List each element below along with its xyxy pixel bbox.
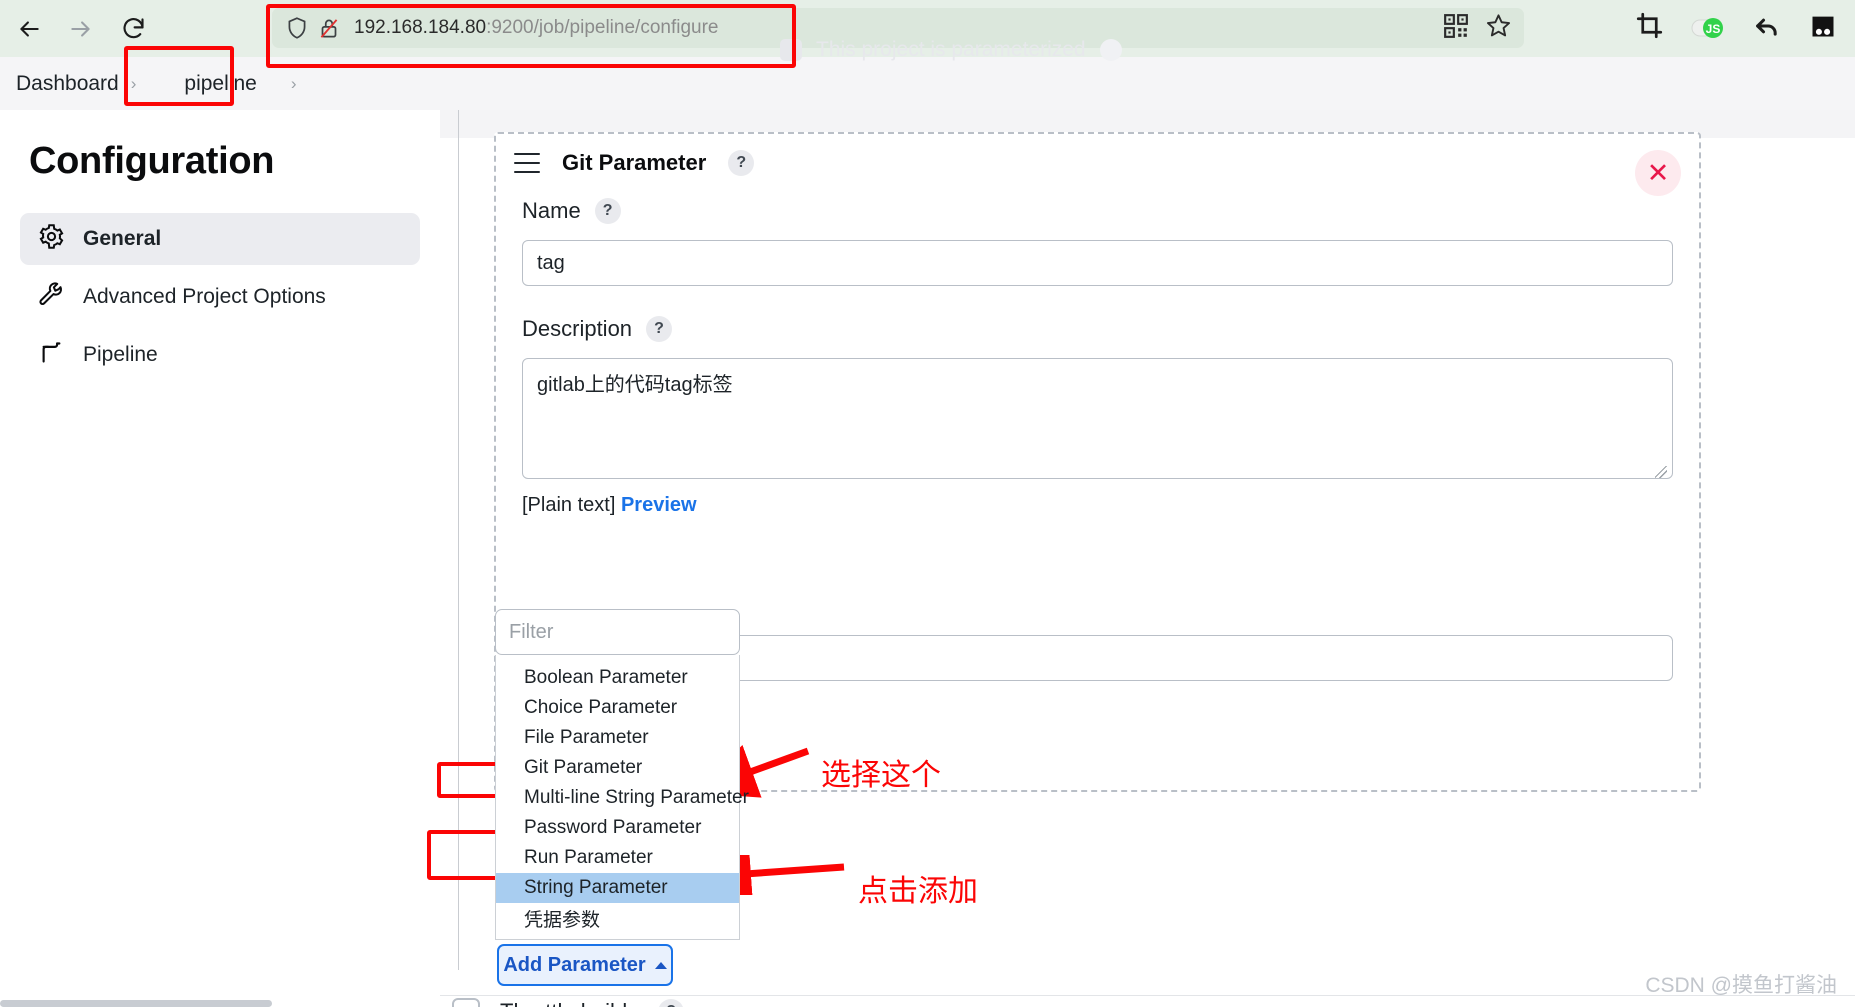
watermark: CSDN @摸鱼打酱油 [1645, 974, 1837, 997]
description-field-label: Description ? [522, 316, 1673, 342]
dropdown-item-selected[interactable]: String Parameter [496, 873, 739, 903]
sidebar-item-label: General [83, 227, 162, 250]
url-text: 192.168.184.80:9200/job/pipeline/configu… [354, 17, 718, 39]
parameter-type-dropdown[interactable]: Boolean Parameter Choice Parameter File … [495, 655, 749, 940]
ghost-parameterized-row: This project is parameterized [780, 38, 1122, 62]
undo-arrow-icon[interactable] [1753, 12, 1781, 45]
crop-tool-icon[interactable] [1636, 12, 1663, 44]
jenkins-page: Dashboard › pipeline › Configuration Gen… [0, 57, 1855, 1007]
dropdown-item[interactable]: Git Parameter [496, 753, 739, 783]
dropdown-item[interactable]: File Parameter [496, 723, 739, 753]
card-title: Git Parameter [562, 150, 707, 175]
add-parameter-button[interactable]: Add Parameter [497, 944, 673, 986]
ghost-help-icon [1099, 39, 1122, 61]
sidebar-list: General Advanced Project Options Pipelin… [0, 213, 440, 381]
page-title: Configuration [29, 140, 275, 182]
dropdown-item[interactable]: Multi-line String Parameter [496, 783, 749, 813]
footer-divider [440, 995, 1855, 996]
javascript-toggle-icon[interactable]: JS [1691, 17, 1725, 39]
dropdown-item[interactable]: 凭据参数 [496, 903, 739, 933]
add-parameter-label: Add Parameter [503, 953, 646, 976]
drag-handle-icon[interactable] [514, 153, 540, 173]
profile-avatar-icon[interactable] [1809, 12, 1837, 45]
gear-icon [38, 223, 65, 256]
browser-extension-icons: JS [1636, 8, 1837, 48]
qr-code-icon[interactable] [1443, 13, 1469, 44]
configuration-sidebar: Configuration General Advanced Project O… [0, 110, 440, 1007]
svg-text:JS: JS [1706, 22, 1721, 36]
url-path: :9200/job/pipeline/configure [486, 17, 719, 38]
star-icon[interactable] [1485, 12, 1512, 44]
description-format-row: [Plain text] Preview [522, 494, 1673, 517]
sidebar-item-label: Advanced Project Options [83, 285, 326, 308]
name-input[interactable] [522, 240, 1673, 286]
breadcrumb-item-pipeline[interactable]: pipeline [176, 72, 264, 96]
forward-arrow-icon[interactable] [66, 14, 96, 44]
ghost-label: This project is parameterized [816, 38, 1086, 61]
preview-link[interactable]: Preview [621, 494, 697, 516]
breadcrumb-item-dashboard[interactable]: Dashboard [8, 72, 127, 96]
name-field-label: Name ? [522, 198, 1673, 224]
dropdown-item[interactable]: Choice Parameter [496, 693, 739, 723]
back-arrow-icon[interactable] [14, 14, 44, 44]
horizontal-scrollbar[interactable] [0, 1000, 272, 1007]
lock-crossed-icon[interactable] [316, 15, 342, 41]
dropdown-item[interactable]: Boolean Parameter [496, 663, 739, 693]
breadcrumb-separator: › [130, 73, 137, 93]
annotation-text-click-add: 点击添加 [858, 875, 978, 908]
throttle-builds-label: Throttle builds [500, 999, 638, 1007]
help-icon[interactable]: ? [646, 316, 673, 342]
sidebar-item-pipeline[interactable]: Pipeline [20, 329, 420, 381]
breadcrumb: Dashboard › pipeline › [0, 57, 1855, 110]
form-left-rule [458, 110, 459, 970]
sidebar-item-label: Pipeline [83, 343, 158, 366]
help-icon[interactable]: ? [728, 150, 755, 176]
parameter-filter-input[interactable] [495, 609, 740, 655]
reload-icon[interactable] [118, 14, 148, 44]
url-host: 192.168.184.80 [354, 17, 487, 38]
shield-icon [284, 15, 310, 41]
description-textarea[interactable] [522, 358, 1673, 479]
browser-nav-buttons [14, 14, 148, 44]
textarea-resize-handle[interactable] [1655, 466, 1667, 478]
sidebar-item-general[interactable]: General [20, 213, 420, 265]
name-label-text: Name [522, 198, 581, 223]
help-icon[interactable]: ? [594, 198, 621, 224]
plain-text-label: [Plain text] [522, 494, 616, 516]
pipeline-icon [38, 339, 65, 372]
description-label-text: Description [522, 316, 633, 341]
ghost-checkbox-icon [780, 39, 802, 61]
close-icon[interactable]: ✕ [1635, 150, 1681, 196]
help-icon[interactable]: ? [658, 999, 685, 1007]
throttle-builds-checkbox[interactable] [452, 998, 480, 1007]
caret-up-icon [654, 961, 667, 969]
annotation-text-select-this: 选择这个 [821, 759, 941, 792]
sidebar-item-advanced-project-options[interactable]: Advanced Project Options [20, 271, 420, 323]
breadcrumb-separator-2: › [290, 73, 297, 93]
card-header: Git Parameter ? [496, 134, 1699, 176]
dropdown-item[interactable]: Password Parameter [496, 813, 739, 843]
wrench-icon [38, 281, 65, 314]
dropdown-item[interactable]: Run Parameter [496, 843, 739, 873]
throttle-builds-row[interactable]: Throttle builds ? [452, 998, 685, 1007]
